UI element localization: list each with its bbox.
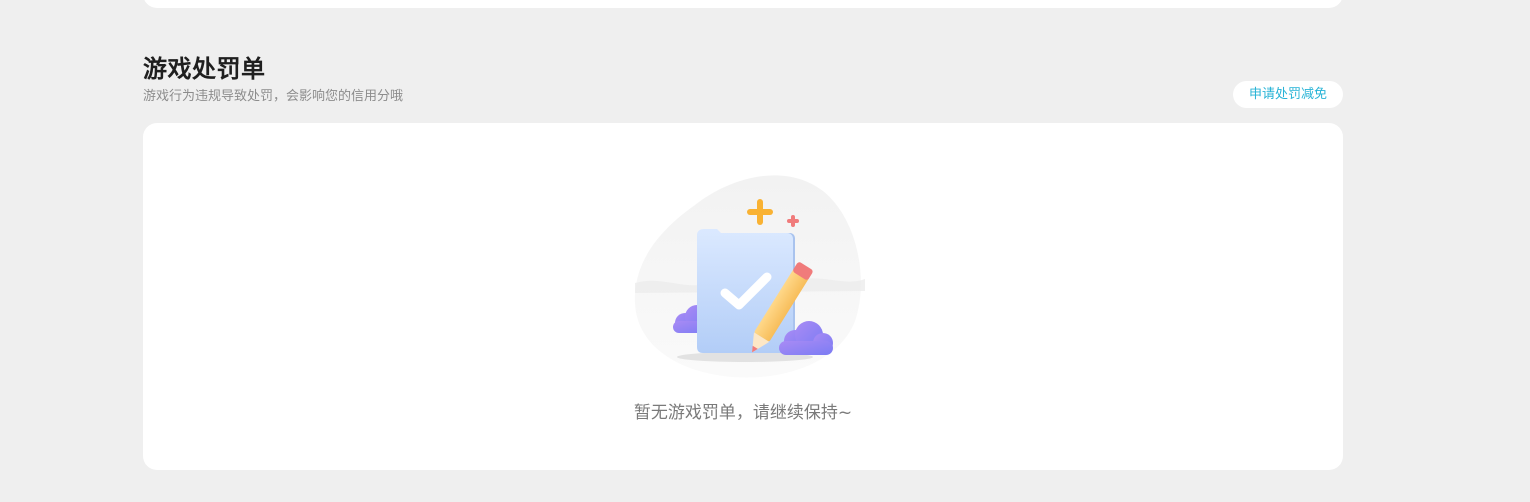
section-title: 游戏处罚单: [143, 55, 266, 83]
penalty-list-card: 暂无游戏罚单，请继续保持~: [143, 123, 1343, 470]
previous-section-card: [143, 0, 1343, 8]
empty-state-message: 暂无游戏罚单，请继续保持~: [633, 403, 853, 423]
apply-penalty-reduction-button[interactable]: 申请处罚减免: [1233, 81, 1343, 108]
empty-checklist-illustration: [634, 175, 865, 378]
document-front-page: [697, 229, 793, 353]
section-subtitle: 游戏行为违规导致处罚，会影响您的信用分哦: [143, 89, 404, 104]
